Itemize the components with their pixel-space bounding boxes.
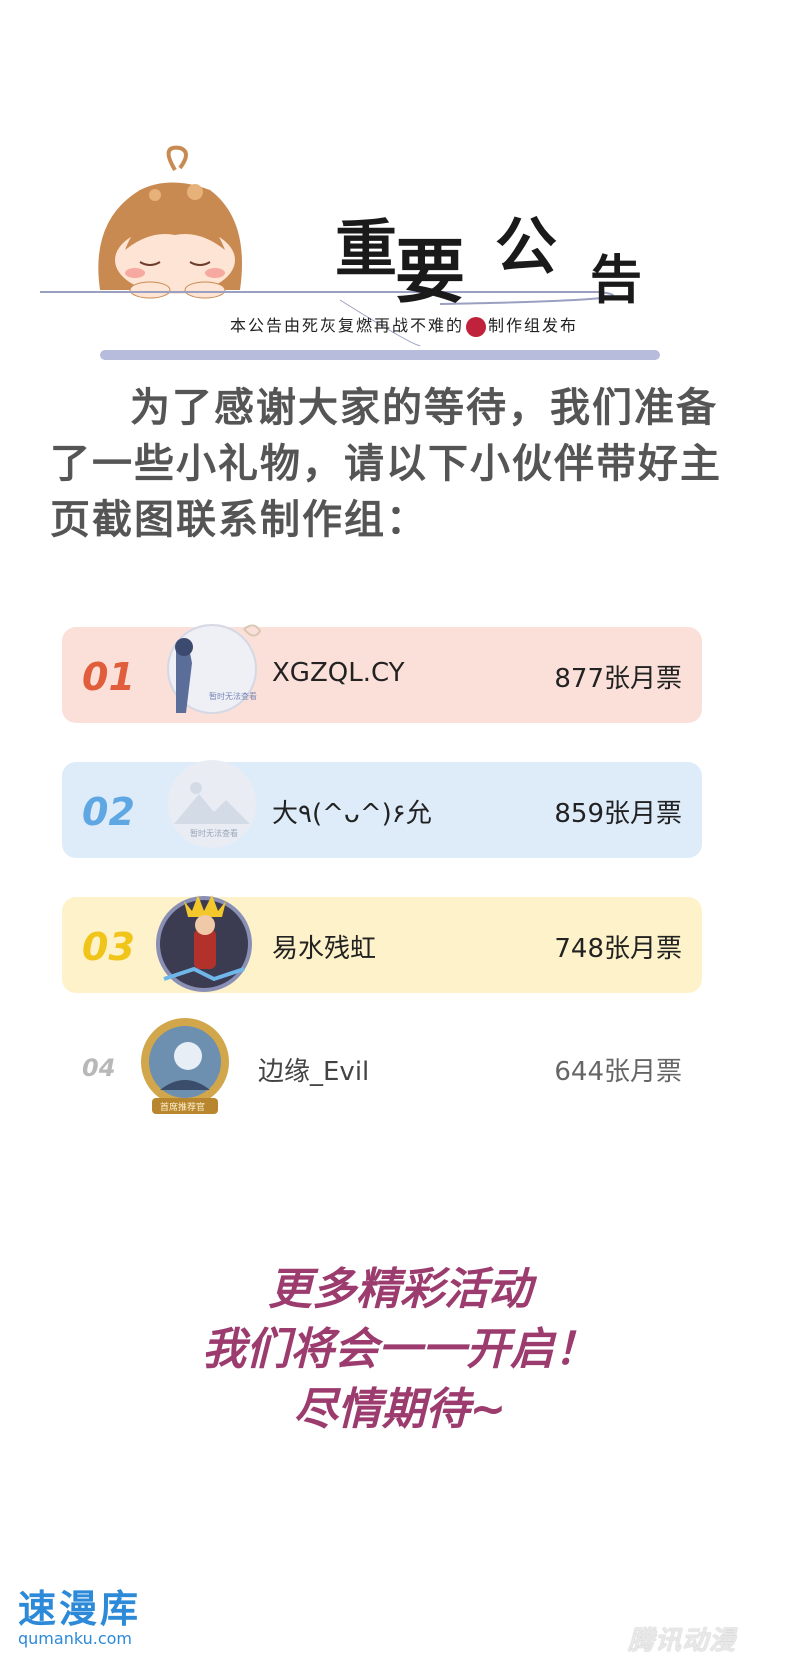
rank-row-4: 04 首席推荐官 边缘_Evil 644张月票 bbox=[62, 1018, 702, 1116]
title-char-3: 公 bbox=[495, 210, 558, 283]
rank-number: 02 bbox=[82, 790, 135, 834]
publisher-watermark-logo: 腾讯动漫 bbox=[628, 1626, 737, 1656]
rank-row-1: 01 暂时无法查看 XGZQL.CY 877张月票 bbox=[62, 624, 702, 723]
username: 边缘_Evil bbox=[258, 1057, 370, 1087]
vote-count: 859张月票 bbox=[554, 799, 682, 829]
avatar-caption: 首席推荐官 bbox=[160, 1101, 205, 1113]
subtitle-after: 制作组发布 bbox=[488, 316, 579, 335]
closing-message: 更多精彩活动 我们将会一一开启！ 尽情期待~ bbox=[0, 1260, 800, 1440]
rank-number: 01 bbox=[82, 655, 135, 699]
username: 大٩(^ᴗ^)۶允 bbox=[272, 799, 432, 829]
intro-paragraph: 为了感谢大家的等待，我们准备 了一些小礼物，请以下小伙伴带好主 页截图联系制作组… bbox=[50, 380, 750, 548]
rank-row-2: 02 暂时无法查看 大٩(^ᴗ^)۶允 859张月票 bbox=[62, 760, 702, 858]
avatar-caption: 暂时无法查看 bbox=[190, 828, 238, 838]
intro-line-1: 为了感谢大家的等待，我们准备 bbox=[130, 385, 718, 431]
closing-line-2: 我们将会一一开启！ bbox=[202, 1324, 598, 1375]
intro-line-3: 页截图联系制作组： bbox=[50, 497, 428, 543]
rank-number: 04 bbox=[82, 1054, 116, 1082]
vote-count: 748张月票 bbox=[554, 934, 682, 964]
subtitle-before: 本公告由死灰复燃再战不难的 bbox=[230, 316, 465, 335]
vote-count: 644张月票 bbox=[554, 1057, 682, 1087]
title-char-1: 重 bbox=[335, 212, 398, 285]
title-char-2: 要 bbox=[395, 231, 465, 313]
chibi-mascot-illustration bbox=[98, 145, 242, 299]
avatar-image bbox=[156, 895, 252, 992]
studio-seal-icon bbox=[466, 316, 487, 337]
site-logo-text: 速漫库 bbox=[18, 1587, 142, 1631]
intro-line-2: 了一些小礼物，请以下小伙伴带好主 bbox=[50, 441, 722, 487]
announcement-header: 重 要 公 告 本公告由死灰复燃再战不难的 制作组发布 bbox=[0, 0, 800, 400]
closing-line-1: 更多精彩活动 bbox=[268, 1264, 532, 1315]
site-url: qumanku.com bbox=[18, 1629, 132, 1648]
closing-line-3: 尽情期待~ bbox=[293, 1384, 507, 1435]
avatar-caption: 暂时无法查看 bbox=[209, 691, 257, 701]
site-watermark-logo: 速漫库 qumanku.com bbox=[18, 1578, 141, 1648]
notice-subtitle: 本公告由死灰复燃再战不难的 制作组发布 bbox=[230, 312, 578, 337]
rank-number: 03 bbox=[82, 925, 135, 969]
title-char-4: 告 bbox=[590, 251, 643, 311]
rank-row-3: 03 易水残虹 748张月票 bbox=[62, 895, 702, 993]
avatar-image: 暂时无法查看 bbox=[167, 624, 262, 714]
vote-count: 877张月票 bbox=[554, 664, 682, 694]
username: XGZQL.CY bbox=[272, 658, 405, 688]
title-underline bbox=[100, 350, 660, 360]
avatar-image: 首席推荐官 bbox=[141, 1018, 229, 1114]
username: 易水残虹 bbox=[272, 934, 377, 964]
avatar-image: 暂时无法查看 bbox=[168, 760, 256, 848]
